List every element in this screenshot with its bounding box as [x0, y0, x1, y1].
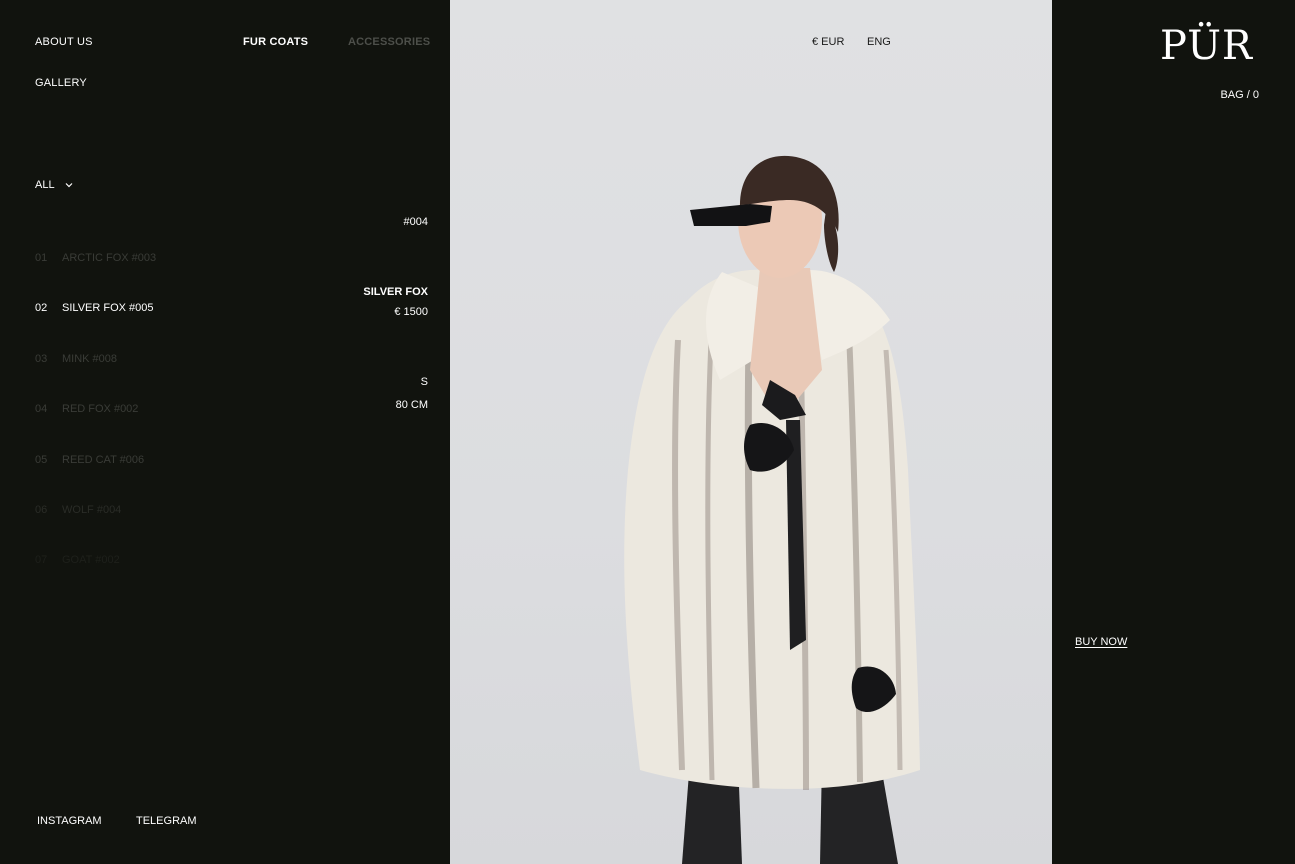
product-name: SILVER FOX #005 — [62, 302, 154, 315]
product-number: 03 — [35, 352, 48, 365]
product-item-goat[interactable]: 07 GOAT #002 — [35, 554, 156, 604]
brand-logo[interactable]: PÜR — [1160, 26, 1253, 66]
bag-link[interactable]: BAG / 0 — [1220, 89, 1259, 101]
product-item-wolf[interactable]: 06 WOLF #004 — [35, 504, 156, 554]
product-list: 01 ARCTIC FOX #003 02 SILVER FOX #005 03… — [35, 252, 156, 605]
product-number: 06 — [35, 503, 48, 516]
product-item-silver-fox[interactable]: 02 SILVER FOX #005 — [35, 302, 156, 352]
product-length: 80 CM — [395, 399, 428, 411]
product-item-red-fox[interactable]: 04 RED FOX #002 — [35, 403, 156, 453]
product-item-mink[interactable]: 03 MINK #008 — [35, 353, 156, 403]
filter-label: ALL — [35, 179, 55, 191]
nav-accessories[interactable]: ACCESSORIES — [348, 36, 430, 48]
product-title: SILVER FOX — [363, 286, 428, 298]
nav-fur-coats[interactable]: FUR COATS — [243, 36, 308, 48]
page: ABOUT US GALLERY FUR COATS ACCESSORIES A… — [0, 0, 1295, 864]
product-code: #004 — [403, 216, 428, 228]
product-name: RED FOX #002 — [62, 403, 139, 416]
product-name: REED CAT #006 — [62, 453, 145, 466]
buy-now-button[interactable]: BUY NOW — [1075, 636, 1127, 648]
nav-about-us[interactable]: ABOUT US — [35, 36, 93, 48]
instagram-link[interactable]: INSTAGRAM — [37, 815, 102, 827]
chevron-down-icon — [65, 183, 73, 188]
product-number: 01 — [35, 252, 48, 264]
product-name: MINK #008 — [62, 352, 118, 365]
model-in-fur-coat-image — [624, 155, 920, 864]
product-photo — [450, 0, 1052, 864]
category-filter[interactable]: ALL — [35, 179, 75, 191]
product-number: 02 — [35, 302, 48, 315]
size-selector[interactable]: S — [421, 376, 428, 388]
product-name: ARCTIC FOX #003 — [62, 252, 157, 264]
product-number: 05 — [35, 453, 48, 466]
product-name: GOAT #002 — [62, 554, 120, 567]
product-price: € 1500 — [394, 306, 428, 318]
product-number: 04 — [35, 403, 48, 416]
nav-gallery[interactable]: GALLERY — [35, 77, 87, 89]
language-selector[interactable]: ENG — [867, 36, 891, 48]
product-item-reed-cat[interactable]: 05 REED CAT #006 — [35, 454, 156, 504]
product-item-arctic-fox[interactable]: 01 ARCTIC FOX #003 — [35, 252, 156, 302]
currency-selector[interactable]: € EUR — [812, 36, 844, 48]
product-name: WOLF #004 — [62, 503, 122, 516]
telegram-link[interactable]: TELEGRAM — [136, 815, 197, 827]
product-number: 07 — [35, 554, 48, 567]
